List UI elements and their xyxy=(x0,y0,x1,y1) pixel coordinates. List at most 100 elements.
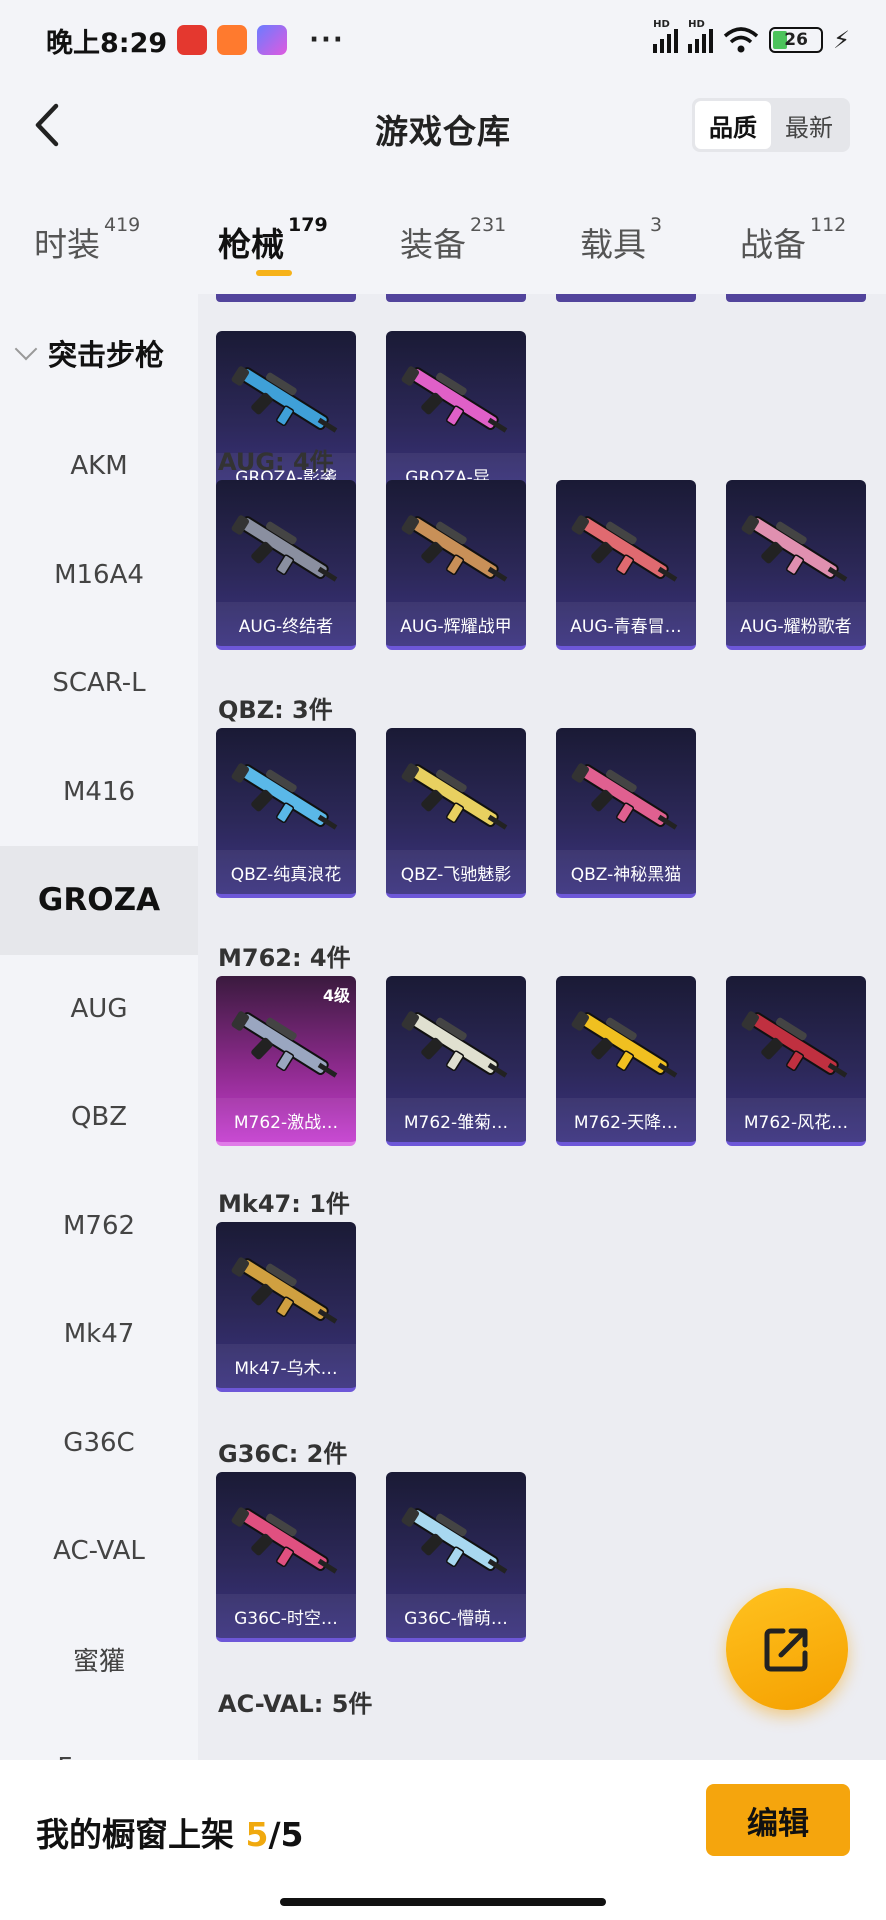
weapon-skin-icon xyxy=(571,1011,678,1078)
weapon-sidebar: 突击步枪 AKM M16A4 SCAR-L M416 GROZA AUG QBZ M762 Mk… xyxy=(0,294,198,1760)
weapon-skin-icon xyxy=(231,366,338,433)
prev-row-card-edge xyxy=(386,294,526,302)
tab-fashion[interactable]: 时装 419 xyxy=(34,214,140,266)
weapon-skin-icon xyxy=(231,1011,338,1078)
status-bar: 晚上8:29 ··· HD HD 26 ⚡ xyxy=(0,0,886,80)
notification-app2-icon xyxy=(257,25,288,55)
battery-icon: 26 xyxy=(769,27,824,53)
sidebar-item-m762[interactable]: M762 xyxy=(0,1172,198,1281)
more-notifications-icon: ··· xyxy=(309,25,345,55)
weapon-card[interactable]: M762-雏菊… xyxy=(386,976,526,1146)
weapon-skin-icon xyxy=(231,1507,338,1574)
weapon-card[interactable]: QBZ-飞驰魅影 xyxy=(386,728,526,898)
signal-hd2-icon: HD xyxy=(688,19,714,53)
sidebar-item-aug[interactable]: AUG xyxy=(0,955,198,1064)
notification-shop-icon xyxy=(217,25,248,55)
weapon-card[interactable]: AUG-青春冒… xyxy=(556,480,696,650)
weapon-card-label: M762-激战… xyxy=(216,1098,356,1142)
weapon-card-label: QBZ-神秘黑猫 xyxy=(556,850,696,894)
weapon-card-label: G36C-懵萌… xyxy=(386,1594,526,1638)
weapon-card-label: QBZ-纯真浪花 xyxy=(216,850,356,894)
weapon-card[interactable]: AUG-辉耀战甲 xyxy=(386,480,526,650)
share-external-icon xyxy=(764,1628,808,1672)
weapon-card-label: AUG-耀粉歌者 xyxy=(726,602,866,646)
category-tabs: 时装 419 枪械 179 装备 231 载具 3 战备 112 xyxy=(0,200,886,290)
signal-hd-icon: HD xyxy=(653,19,679,53)
weapon-skin-icon xyxy=(231,1257,338,1324)
weapon-skin-icon xyxy=(231,515,338,582)
weapon-card[interactable]: G36C-时空… xyxy=(216,1472,356,1642)
sort-quality-option[interactable]: 品质 xyxy=(695,101,771,149)
sidebar-item-groza[interactable]: GROZA xyxy=(0,846,198,955)
section-title: AC-VAL: 5件 xyxy=(218,1690,373,1718)
prev-row-card-edge xyxy=(726,294,866,302)
app-root: 晚上8:29 ··· HD HD 26 ⚡ 游戏仓库 品质 最新 时装 419 枪… xyxy=(0,0,886,1920)
notification-app-icon xyxy=(177,25,208,55)
sort-latest-option[interactable]: 最新 xyxy=(771,101,847,149)
charging-icon: ⚡ xyxy=(833,26,850,54)
weapon-grid: GROZA-影袭 GROZA-异… AUG: 4件 AUG-终结者 AUG-辉耀战甲 AU… xyxy=(198,294,886,1760)
skin-level-badge: 4级 xyxy=(322,986,350,1005)
weapon-skin-icon xyxy=(401,1011,508,1078)
wifi-icon xyxy=(723,27,759,53)
weapon-card-label: M762-风花… xyxy=(726,1098,866,1142)
weapon-skin-icon xyxy=(401,515,508,582)
chevron-down-icon xyxy=(14,337,38,361)
weapon-card[interactable]: GROZA-异… xyxy=(386,331,526,501)
tab-vehicles[interactable]: 载具 3 xyxy=(580,214,662,266)
page-header: 游戏仓库 品质 最新 xyxy=(0,80,886,170)
sort-toggle: 品质 最新 xyxy=(692,98,850,152)
prev-row-card-edge xyxy=(216,294,356,302)
section-title: QBZ: 3件 xyxy=(218,696,333,724)
tab-equipment[interactable]: 装备 231 xyxy=(400,214,506,266)
weapon-skin-icon xyxy=(741,1011,848,1078)
weapon-card[interactable]: QBZ-神秘黑猫 xyxy=(556,728,696,898)
weapon-skin-icon xyxy=(401,1507,508,1574)
weapon-card[interactable]: Mk47-乌木… xyxy=(216,1222,356,1392)
share-fab-button[interactable] xyxy=(726,1588,848,1710)
sidebar-item-m416[interactable]: M416 xyxy=(0,738,198,847)
sidebar-item--[interactable]: 蜜獾 xyxy=(0,1606,198,1715)
sidebar-item-qbz[interactable]: QBZ xyxy=(0,1063,198,1172)
weapon-skin-icon xyxy=(571,763,678,830)
weapon-card-label: Mk47-乌木… xyxy=(216,1344,356,1388)
sidebar-item-akm[interactable]: AKM xyxy=(0,412,198,521)
weapon-skin-icon xyxy=(401,763,508,830)
weapon-card-label: AUG-终结者 xyxy=(216,602,356,646)
weapon-card-label: QBZ-飞驰魅影 xyxy=(386,850,526,894)
section-title: M762: 4件 xyxy=(218,944,351,972)
sidebar-item-g36c[interactable]: G36C xyxy=(0,1389,198,1498)
sidebar-item-m16a4[interactable]: M16A4 xyxy=(0,521,198,630)
weapon-card[interactable]: AUG-终结者 xyxy=(216,480,356,650)
section-title: G36C: 2件 xyxy=(218,1440,348,1468)
sidebar-item-ac-val[interactable]: AC-VAL xyxy=(0,1497,198,1606)
weapon-skin-icon xyxy=(741,515,848,582)
section-title: Mk47: 1件 xyxy=(218,1190,350,1218)
weapon-card[interactable]: M762-风花… xyxy=(726,976,866,1146)
section-title: AUG: 4件 xyxy=(218,448,334,476)
weapon-skin-icon xyxy=(571,515,678,582)
tab-guns[interactable]: 枪械 179 xyxy=(218,214,328,276)
bottom-bar: 我的橱窗上架 5/5 编辑 xyxy=(0,1760,886,1920)
weapon-card-label: AUG-青春冒… xyxy=(556,602,696,646)
weapon-card[interactable]: M762-天降… xyxy=(556,976,696,1146)
sidebar-group-assault-rifles[interactable]: 突击步枪 xyxy=(0,294,198,412)
weapon-card[interactable]: 4级 M762-激战… xyxy=(216,976,356,1146)
weapon-card[interactable]: QBZ-纯真浪花 xyxy=(216,728,356,898)
weapon-skin-icon xyxy=(231,763,338,830)
home-indicator[interactable] xyxy=(280,1898,606,1906)
weapon-card[interactable]: AUG-耀粉歌者 xyxy=(726,480,866,650)
sidebar-item-mk47[interactable]: Mk47 xyxy=(0,1280,198,1389)
edit-button[interactable]: 编辑 xyxy=(706,1784,850,1856)
showcase-count: 我的橱窗上架 5/5 xyxy=(36,1815,304,1854)
prev-row-card-edge xyxy=(556,294,696,302)
weapon-card-label: M762-天降… xyxy=(556,1098,696,1142)
weapon-card-label: M762-雏菊… xyxy=(386,1098,526,1142)
tab-supplies[interactable]: 战备 112 xyxy=(740,214,846,266)
sidebar-item-famas[interactable]: Famas xyxy=(0,1714,198,1760)
active-tab-indicator xyxy=(256,270,292,276)
weapon-card-label: AUG-辉耀战甲 xyxy=(386,602,526,646)
weapon-card-label: G36C-时空… xyxy=(216,1594,356,1638)
sidebar-item-scar-l[interactable]: SCAR-L xyxy=(0,629,198,738)
weapon-card[interactable]: G36C-懵萌… xyxy=(386,1472,526,1642)
